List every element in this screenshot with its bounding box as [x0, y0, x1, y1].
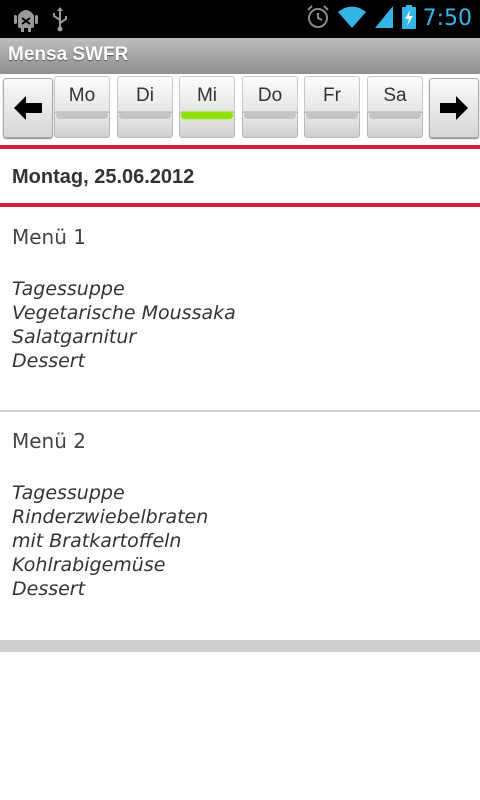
menu-card: Menü 1 Tagessuppe Vegetarische Moussaka …: [12, 225, 472, 373]
day-tab-mi[interactable]: Mi: [179, 76, 235, 138]
android-debug-icon: [14, 6, 38, 36]
alarm-icon: [305, 4, 331, 34]
header-bottom-rule: [0, 203, 480, 207]
day-tab-fr[interactable]: Fr: [304, 76, 360, 138]
day-tab-di[interactable]: Di: [117, 76, 173, 138]
arrow-left-icon: [14, 96, 42, 120]
clock-time: 7:50: [422, 6, 472, 31]
signal-icon: [373, 4, 395, 34]
menu-dish: Kohlrabigemüse: [12, 554, 166, 576]
menu-card: Menü 2 Tagessuppe Rinderzwiebelbraten mi…: [12, 429, 472, 601]
list-footer-divider: [0, 640, 480, 652]
menu-title: Menü 2: [12, 429, 86, 453]
wifi-icon: [337, 4, 367, 34]
menu-dish: Tagessuppe: [12, 278, 125, 300]
menu-dish: Dessert: [12, 578, 86, 600]
app-title: Mensa SWFR: [8, 44, 129, 65]
day-tab-label: Mi: [179, 76, 235, 112]
previous-week-button[interactable]: [3, 78, 53, 138]
app-title-bar: Mensa SWFR: [0, 38, 480, 74]
day-tab-label: Mo: [54, 76, 110, 112]
menu-divider: [0, 410, 480, 412]
day-tab-label: Di: [117, 76, 173, 112]
usb-icon: [50, 6, 70, 36]
arrow-right-icon: [440, 96, 468, 120]
day-navigation: Mo Di Mi Do Fr Sa: [0, 74, 480, 144]
day-tab-sa[interactable]: Sa: [367, 76, 423, 138]
menu-dish: Dessert: [12, 350, 86, 372]
next-week-button[interactable]: [429, 78, 479, 138]
day-indicator: [306, 112, 358, 119]
menu-dish: Vegetarische Moussaka: [12, 302, 236, 324]
menu-title: Menü 1: [12, 225, 86, 249]
menu-dish: Rinderzwiebelbraten: [12, 506, 209, 528]
menu-dish: Tagessuppe: [12, 482, 125, 504]
day-tab-label: Do: [242, 76, 298, 112]
status-bar: 7:50: [0, 0, 480, 38]
day-indicator: [244, 112, 296, 119]
day-tab-mo[interactable]: Mo: [54, 76, 110, 138]
day-indicator: [119, 112, 171, 119]
day-tab-label: Sa: [367, 76, 423, 112]
day-tab-do[interactable]: Do: [242, 76, 298, 138]
day-indicator: [56, 112, 108, 119]
day-indicator-active: [181, 112, 233, 119]
header-top-rule: [0, 145, 480, 149]
menu-dish: mit Bratkartoffeln: [12, 530, 182, 552]
menu-dish: Salatgarnitur: [12, 326, 137, 348]
battery-charging-icon: [401, 4, 417, 34]
date-header: Montag, 25.06.2012: [12, 166, 195, 188]
day-indicator: [369, 112, 421, 119]
day-tab-label: Fr: [304, 76, 360, 112]
